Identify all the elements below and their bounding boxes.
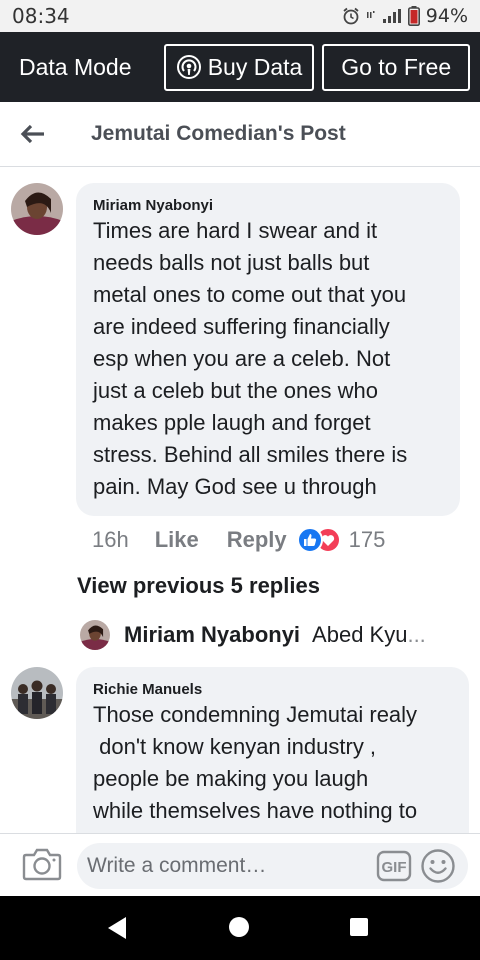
reply-avatar[interactable]	[80, 620, 110, 650]
post-header: Jemutai Comedian's Post	[0, 102, 480, 167]
go-to-free-label: Go to Free	[341, 53, 452, 80]
reply-preview[interactable]: Miriam Nyabonyi Abed Kyu ...	[80, 618, 426, 652]
profile-photo	[11, 183, 63, 235]
svg-text:GIF: GIF	[382, 859, 407, 876]
reactions-summary[interactable]	[296, 527, 343, 553]
comment-author[interactable]: Richie Manuels	[93, 681, 469, 698]
comment-composer: GIF	[0, 833, 480, 895]
podcast-icon	[176, 55, 201, 79]
emoji-button[interactable]	[420, 848, 456, 884]
battery-percentage: 94%	[425, 5, 468, 27]
like-button[interactable]: Like	[155, 527, 199, 553]
status-icons: 94%	[342, 5, 468, 27]
like-icon	[296, 527, 323, 553]
view-previous-replies[interactable]: View previous 5 replies	[77, 573, 320, 599]
comment-text: Times are hard I swear and it needs ball…	[93, 218, 408, 499]
reaction-count[interactable]: 175	[349, 527, 386, 553]
data-mode-label: Data Mode	[19, 53, 132, 80]
network-type-icon	[366, 11, 375, 18]
gif-icon: GIF	[376, 850, 412, 882]
camera-icon	[22, 848, 62, 881]
alarm-icon	[343, 7, 359, 25]
emoji-icon	[421, 849, 455, 883]
buy-data-label: Buy Data	[207, 53, 303, 80]
comment-actions: 16h Like Reply 175	[92, 522, 385, 558]
status-bar: 08:34 94%	[0, 0, 480, 32]
go-to-free-button[interactable]: Go to Free	[322, 43, 470, 91]
profile-photo	[80, 620, 110, 650]
comment-timestamp[interactable]: 16h	[92, 527, 129, 553]
buy-data-button[interactable]: Buy Data	[163, 43, 315, 91]
reply-button[interactable]: Reply	[227, 527, 287, 553]
nav-home-icon[interactable]	[229, 917, 249, 937]
avatar[interactable]	[11, 667, 63, 719]
page-title: Jemutai Comedian's Post	[91, 122, 346, 145]
camera-button[interactable]	[22, 846, 62, 882]
comment-text: Those condemning Jemutai realy don't kno…	[93, 702, 418, 823]
reply-ellipsis: ...	[407, 622, 426, 647]
reply-author: Miriam Nyabonyi	[124, 622, 301, 647]
status-time: 08:34	[12, 4, 70, 28]
arrow-left-icon	[20, 124, 44, 144]
battery-icon	[407, 6, 420, 26]
nav-back-icon[interactable]	[106, 916, 128, 940]
signal-icon	[382, 9, 401, 23]
system-navigation-bar	[0, 896, 480, 960]
comment-author[interactable]: Miriam Nyabonyi	[93, 197, 460, 214]
comment-bubble[interactable]: Miriam Nyabonyi Times are hard I swear a…	[76, 183, 460, 516]
comment-bubble[interactable]: Richie Manuels Those condemning Jemutai …	[76, 667, 469, 835]
nav-recents-icon[interactable]	[350, 918, 368, 936]
back-button[interactable]	[0, 102, 66, 167]
profile-photo	[11, 667, 63, 719]
avatar[interactable]	[11, 183, 63, 235]
gif-button[interactable]: GIF	[376, 850, 412, 882]
data-mode-bar: Data Mode Buy Data Go to Free	[0, 32, 480, 102]
reply-snippet: Abed Kyu	[312, 622, 408, 647]
